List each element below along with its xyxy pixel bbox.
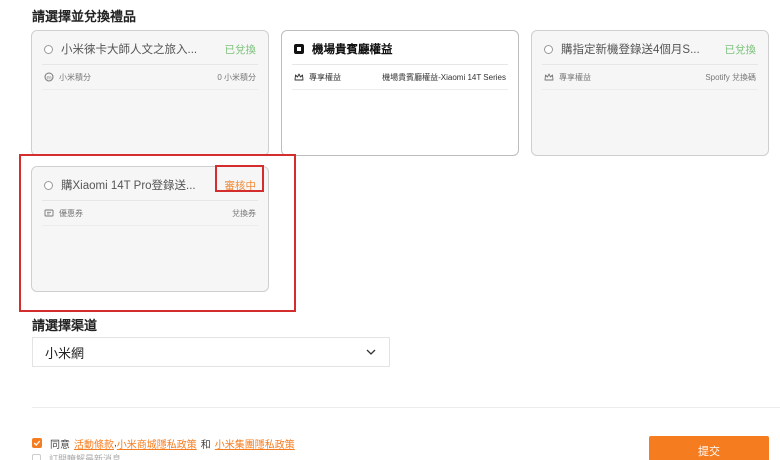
card-title: 購指定新機登錄送4個月S... [561, 44, 700, 56]
agreement-row: 同意 活動條款 , 小米商城隱私政策 和 小米集團隱私政策 [32, 436, 295, 451]
radio-button[interactable] [544, 44, 553, 54]
radio-button[interactable] [44, 44, 53, 54]
card-row-value: 0 小米積分 [217, 72, 256, 82]
mall-privacy-link[interactable]: 小米商城隱私政策 [117, 436, 197, 451]
agree-and: 和 [200, 439, 211, 451]
chevron-down-icon [366, 349, 376, 355]
svg-text:m: m [46, 75, 51, 81]
card-row-label: 專享權益 [309, 72, 341, 82]
divider [32, 407, 780, 408]
subscribe-label: 訂閱瞭解最新消息 [49, 453, 122, 460]
highlight-box-status [215, 165, 264, 192]
card-row-label: 專享權益 [559, 72, 591, 82]
subscribe-row: 訂閱瞭解最新消息 [32, 453, 121, 460]
card-title: 小米徠卡大師人文之旅入... [61, 44, 198, 56]
reward-card-airport-lounge[interactable]: 機場貴賓廳權益 專享權益 機場貴賓廳權益-Xiaomi 14T Series [281, 30, 519, 156]
points-icon: m [44, 72, 54, 82]
card-row-label: 小米積分 [59, 72, 91, 82]
subscribe-checkbox[interactable] [32, 453, 41, 460]
card-row-value: Spotify 兌換碼 [705, 72, 756, 82]
channel-select-value: 小米網 [45, 345, 85, 361]
card-row-value: 機場貴賓廳權益-Xiaomi 14T Series [382, 72, 506, 82]
card-title: 機場貴賓廳權益 [312, 44, 393, 56]
crown-icon [544, 73, 554, 81]
group-privacy-link[interactable]: 小米集團隱私政策 [215, 436, 295, 451]
reward-card-spotify[interactable]: 購指定新機登錄送4個月S... 已兌換 專享權益 Spotify 兌換碼 [531, 30, 769, 156]
check-icon [33, 440, 41, 446]
agree-prefix: 同意 [50, 439, 70, 451]
radio-button-checked[interactable] [294, 44, 304, 54]
status-badge: 已兌換 [224, 43, 257, 56]
section-title-channel: 請選擇渠道 [32, 318, 98, 333]
section-title-reward: 請選擇並兌換禮品 [32, 9, 137, 24]
status-badge: 已兌換 [724, 43, 757, 56]
reward-card-leica[interactable]: 小米徠卡大師人文之旅入... 已兌換 m 小米積分 0 小米積分 [31, 30, 269, 156]
submit-button[interactable]: 提交 [649, 436, 769, 460]
terms-link[interactable]: 活動條款 [74, 436, 114, 451]
crown-icon [294, 73, 304, 81]
agree-checkbox[interactable] [32, 438, 42, 448]
channel-select[interactable]: 小米網 [32, 337, 390, 367]
